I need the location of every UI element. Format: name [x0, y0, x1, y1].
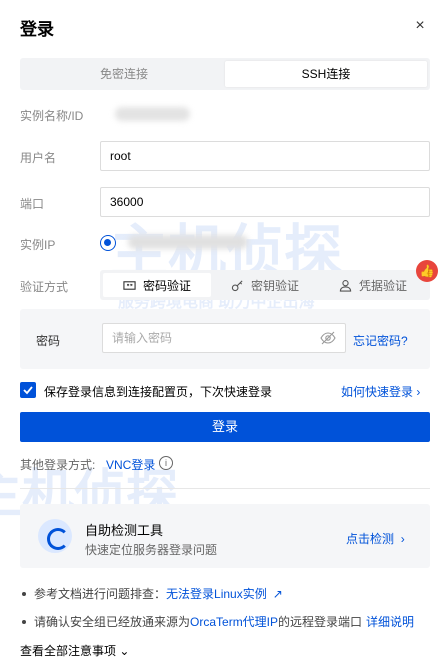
password-icon — [123, 280, 136, 290]
password-label: 密码 — [36, 334, 61, 348]
check-now-text: 点击检测 — [346, 532, 395, 546]
instance-id-value — [115, 107, 190, 121]
auth-label: 验证方式 — [20, 280, 69, 294]
check-icon — [23, 386, 33, 395]
connection-tabs: 免密连接 SSH连接 — [20, 58, 430, 90]
proxy-ip-link[interactable]: OrcaTerm代理IP — [190, 613, 278, 630]
close-icon[interactable]: × — [410, 16, 430, 36]
auth-key-label: 密钥验证 — [250, 278, 299, 293]
username-input[interactable]: root — [100, 141, 430, 171]
port-input[interactable]: 36000 — [100, 187, 430, 217]
doc-link[interactable]: 无法登录Linux实例 — [166, 585, 267, 602]
auth-key[interactable]: 密钥验证 — [211, 273, 319, 297]
quick-login-text: 如何快速登录 — [341, 385, 414, 399]
username-label: 用户名 — [20, 151, 57, 165]
vnc-login-link[interactable]: VNC登录 — [106, 456, 155, 473]
tool-description: 快速定位服务器登录问题 — [85, 543, 218, 557]
dialog-title: 登录 — [20, 20, 54, 39]
tab-ssh[interactable]: SSH连接 — [225, 61, 427, 87]
bullet-icon — [22, 591, 26, 596]
quick-login-link[interactable]: 如何快速登录 › — [341, 383, 420, 400]
tab-passwordless[interactable]: 免密连接 — [23, 61, 225, 87]
chevron-right-icon: › — [400, 532, 405, 546]
note-suffix: 的远程登录端口 — [278, 615, 363, 629]
ip-radio[interactable] — [100, 235, 116, 251]
thumbs-up-icon[interactable]: 👍 — [416, 260, 438, 282]
auth-credential[interactable]: 凭据验证 — [319, 273, 427, 297]
auth-credential-label: 凭据验证 — [358, 278, 407, 293]
login-button[interactable]: 登录 — [20, 412, 430, 442]
view-all-notes-button[interactable]: 查看全部注意事项 ⌄ — [20, 642, 129, 659]
forgot-password-link[interactable]: 忘记密码? — [353, 332, 408, 349]
user-icon — [339, 279, 352, 292]
auth-password-label: 密码验证 — [142, 278, 191, 293]
instance-label: 实例名称/ID — [20, 109, 84, 123]
check-now-link[interactable]: 点击检测 › — [346, 530, 405, 547]
key-icon — [231, 279, 243, 291]
note-item: 参考文档进行问题排查： 无法登录Linux实例 ↗ — [22, 585, 283, 602]
chevron-down-icon: ⌄ — [119, 644, 130, 658]
bullet-icon — [22, 619, 26, 624]
tool-title: 自助检测工具 — [85, 523, 164, 538]
save-login-label: 保存登录信息到连接配置页，下次快速登录 — [44, 385, 273, 399]
divider — [20, 488, 430, 489]
ip-label: 实例IP — [20, 238, 56, 252]
chevron-right-icon: › — [416, 385, 421, 399]
ip-value — [128, 235, 248, 249]
auth-method-tabs: 密码验证 密钥验证 凭据验证 — [100, 270, 430, 300]
diagnostic-icon — [38, 519, 72, 553]
info-icon[interactable]: i — [159, 456, 173, 470]
view-all-text: 查看全部注意事项 — [20, 644, 117, 658]
external-link-icon[interactable]: ↗ — [273, 587, 283, 601]
self-check-tool: 自助检测工具 快速定位服务器登录问题 点击检测 › — [20, 504, 430, 568]
password-input[interactable]: 请输入密码 — [102, 323, 346, 353]
eye-off-icon[interactable] — [320, 331, 336, 345]
details-link[interactable]: 详细说明 — [366, 613, 414, 630]
note-item: 请确认安全组已经放通来源为 OrcaTerm代理IP 的远程登录端口 详细说明 — [22, 613, 414, 630]
password-panel: 密码 请输入密码 忘记密码? — [20, 309, 430, 369]
note-text: 参考文档进行问题排查： — [34, 587, 167, 601]
auth-password[interactable]: 密码验证 — [103, 273, 211, 297]
port-label: 端口 — [20, 197, 45, 211]
note-text: 请确认安全组已经放通来源为 — [34, 615, 191, 629]
save-login-checkbox[interactable] — [20, 382, 36, 398]
other-login-label: 其他登录方式: — [20, 458, 96, 472]
